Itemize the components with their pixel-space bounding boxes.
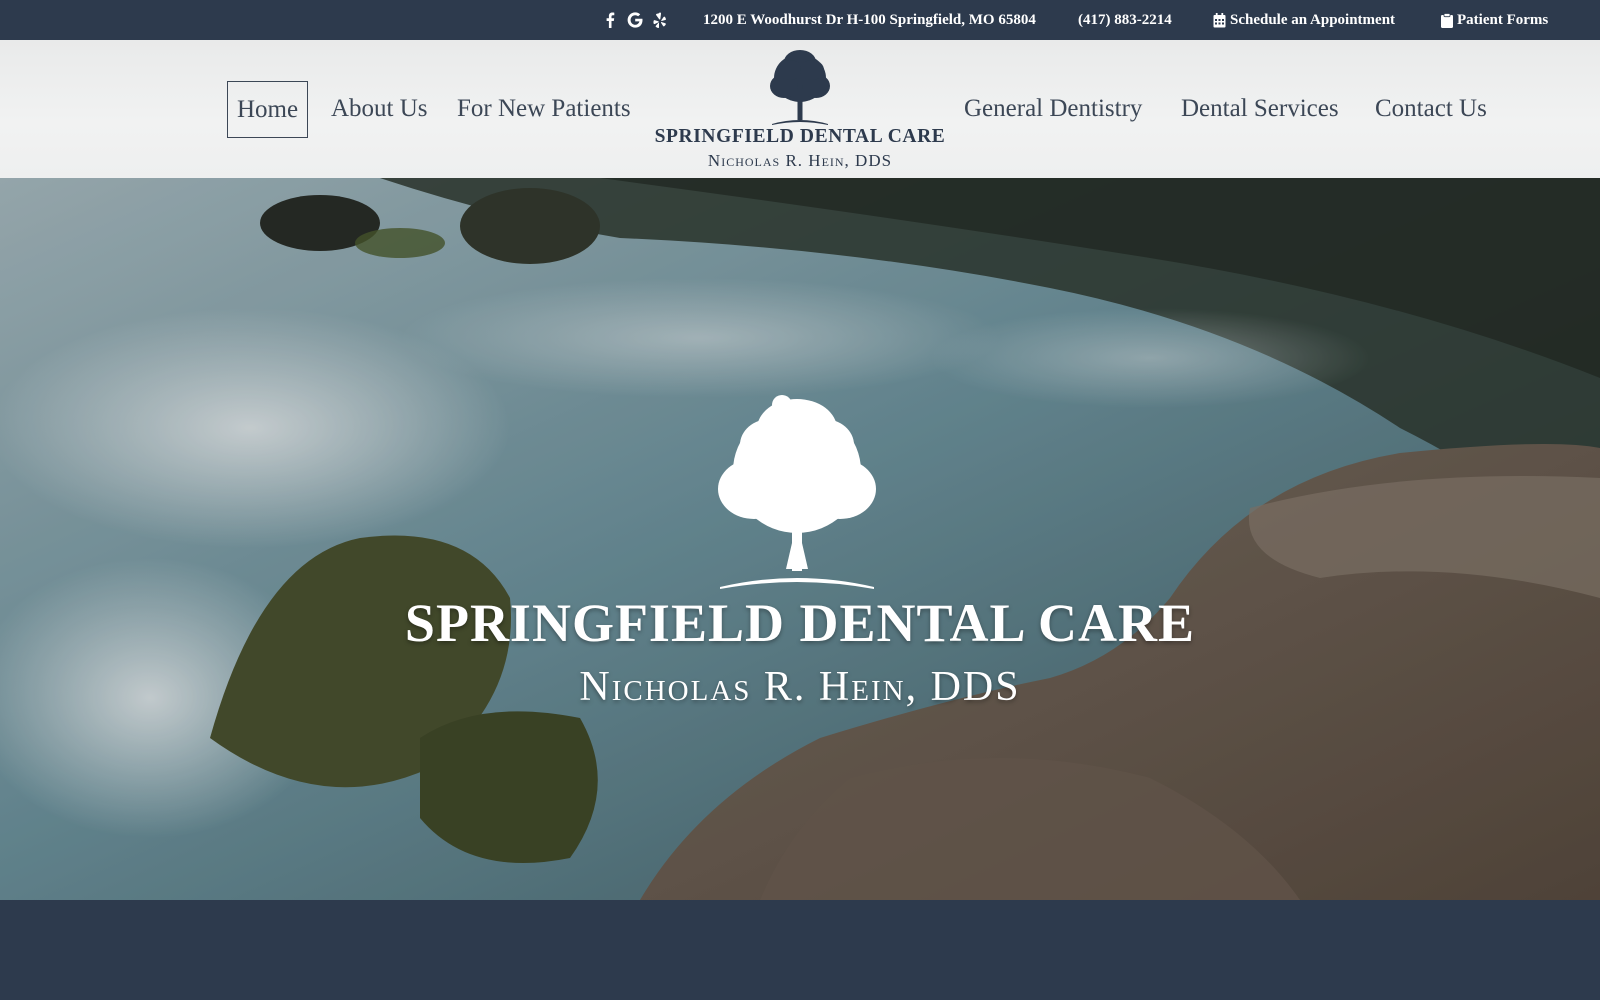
phone-link[interactable]: (417) 883-2214 [1078, 11, 1172, 29]
yelp-icon[interactable] [649, 9, 671, 31]
logo-practice-name: SPRINGFIELD DENTAL CARE [654, 126, 946, 147]
schedule-appointment-label: Schedule an Appointment [1230, 12, 1396, 28]
hero-subtitle: Nicholas R. Hein, DDS [579, 664, 1021, 710]
hero-banner: SPRINGFIELD DENTAL CARE Nicholas R. Hein… [0, 178, 1600, 900]
nav-home[interactable]: Home [227, 81, 309, 138]
hero-title: SPRINGFIELD DENTAL CARE [404, 593, 1196, 653]
top-bar: 1200 E Woodhurst Dr H-100 Springfield, M… [0, 0, 1600, 40]
clipboard-icon [1441, 12, 1453, 28]
content-band [0, 900, 1600, 1000]
facebook-icon[interactable] [599, 9, 621, 31]
nav-about-us[interactable]: About Us [331, 81, 428, 138]
hero-tree-logo-icon [712, 393, 882, 594]
site-header: Home About Us For New Patients SPRINGFIE… [0, 40, 1600, 178]
nav-dental-services[interactable]: Dental Services [1181, 81, 1339, 138]
schedule-appointment-link[interactable]: Schedule an Appointment [1213, 11, 1395, 29]
calendar-icon [1213, 12, 1226, 28]
address-text[interactable]: 1200 E Woodhurst Dr H-100 Springfield, M… [703, 11, 1036, 29]
google-icon[interactable] [624, 9, 646, 31]
patient-forms-link[interactable]: Patient Forms [1441, 11, 1548, 29]
tree-logo-icon [766, 48, 834, 133]
nav-contact-us[interactable]: Contact Us [1375, 81, 1487, 138]
patient-forms-label: Patient Forms [1457, 12, 1549, 28]
site-logo[interactable]: SPRINGFIELD DENTAL CARE Nicholas R. Hein… [650, 46, 950, 174]
nav-for-new-patients[interactable]: For New Patients [457, 81, 631, 138]
logo-doctor-name: Nicholas R. Hein, DDS [707, 151, 893, 170]
nav-general-dentistry[interactable]: General Dentistry [964, 81, 1142, 138]
